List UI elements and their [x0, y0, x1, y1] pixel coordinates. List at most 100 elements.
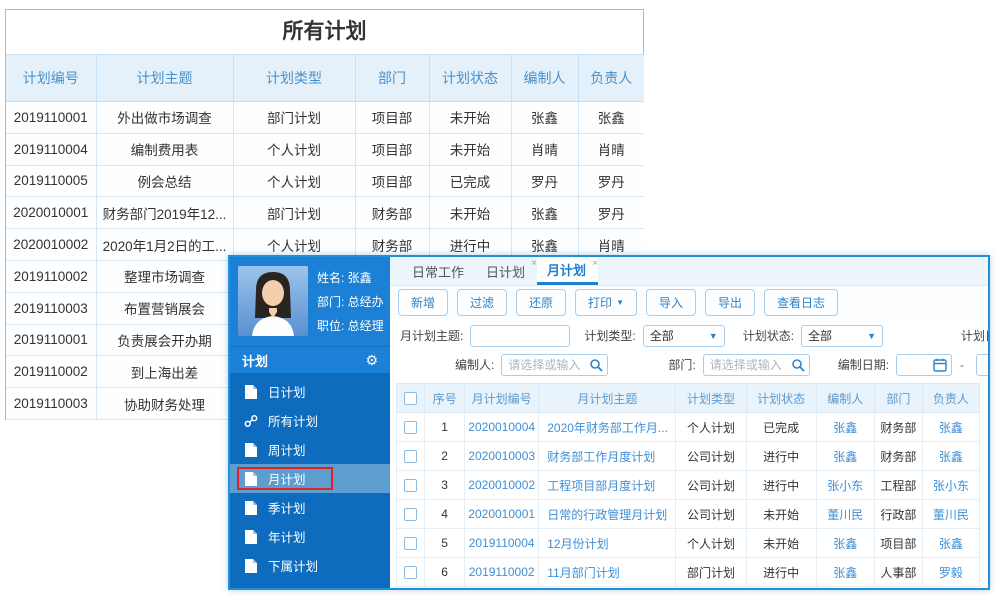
row-checkbox[interactable] [404, 508, 418, 522]
select-all-checkbox[interactable] [404, 392, 418, 406]
bg-cell-r3c6: 罗丹 [577, 196, 644, 230]
cell-owner[interactable]: 罗毅 [921, 557, 981, 587]
sidebar-item-年计划[interactable]: 年计划 [230, 522, 390, 551]
cell-plan-subject[interactable]: 财务部工作月度计划 [538, 441, 677, 471]
filter-label-department: 部门: [668, 358, 696, 372]
cell-plan-code[interactable]: 2019110004 [464, 528, 540, 558]
tab-label: 日计划 [486, 264, 526, 280]
cell-creator[interactable]: 张鑫 [815, 441, 875, 471]
cell-owner[interactable]: 张鑫 [921, 441, 981, 471]
cell-creator[interactable]: 张鑫 [815, 557, 875, 587]
filter-row-1: 月计划主题: 计划类型: 全部 ▼ 计划状态: 全部 ▼ 计划日期: [400, 321, 988, 350]
fg-col-header-5: 编制人 [815, 383, 875, 413]
cell-plan-subject[interactable]: 日常的行政管理月计划 [538, 499, 677, 529]
bg-cell-r4c0: 2020010002 [6, 228, 97, 261]
bg-cell-r2c3: 项目部 [354, 164, 430, 198]
sidebar: 姓名: 张鑫 部门: 总经办 职位: 总经理 计划 ⚙ 日计划 所有计划 周计划 月计… [230, 257, 390, 588]
toolbar-button-打印[interactable]: 打印 ▼ [575, 289, 637, 316]
search-icon[interactable] [791, 358, 805, 372]
filter-label-plan-type: 计划类型: [584, 329, 636, 343]
toolbar-button-还原[interactable]: 还原 [516, 289, 567, 316]
row-checkbox[interactable] [404, 479, 418, 493]
list-item: 3 2020010002 工程项目部月度计划 公司计划 进行中 张小东 工程部 张小东 [395, 470, 981, 500]
filter-input-field-monthly-plan-subject[interactable] [471, 325, 570, 346]
link-icon [244, 414, 258, 428]
filter-row-2: 编制人: 部门: 编制日期: - [400, 350, 988, 379]
toolbar-button-查看日志[interactable]: 查看日志 [764, 289, 839, 316]
calendar-icon[interactable] [933, 358, 947, 372]
tab-日计划[interactable]: 日计划 × [476, 257, 537, 285]
filter-input-field-create-date-end[interactable] [977, 354, 988, 375]
toolbar-button-label: 导入 [658, 296, 683, 310]
bg-cell-r1c1: 编制费用表 [95, 132, 234, 166]
tab-日常工作[interactable]: 日常工作 [402, 257, 476, 285]
cell-plan-subject[interactable]: 2020年财务部工作月... [538, 412, 677, 442]
filter-select-plan-status[interactable]: 全部 ▼ [801, 324, 884, 347]
bg-cell-r3c2: 部门计划 [232, 196, 356, 230]
sidebar-item-周计划[interactable]: 周计划 [230, 435, 390, 464]
user-profile: 姓名: 张鑫 部门: 总经办 职位: 总经理 [230, 257, 390, 346]
cell-plan-subject[interactable]: 11月部门计划 [538, 557, 677, 587]
cell-creator[interactable]: 董川民 [815, 499, 875, 529]
cell-plan-code[interactable]: 2020010001 [464, 499, 540, 529]
bg-cell-r0c0: 2019110001 [6, 101, 97, 134]
toolbar-button-label: 查看日志 [777, 296, 826, 310]
sidebar-item-月计划[interactable]: 月计划 [230, 464, 390, 493]
cell-owner[interactable]: 董川民 [921, 499, 981, 529]
bg-cell-r0c2: 部门计划 [232, 101, 356, 134]
row-checkbox[interactable] [404, 421, 418, 435]
cell-plan-subject[interactable]: 工程项目部月度计划 [538, 470, 677, 500]
sidebar-item-所有计划[interactable]: 所有计划 [230, 406, 390, 435]
fg-col-header-0: 序号 [424, 383, 466, 413]
cell-creator[interactable]: 张小东 [815, 470, 875, 500]
toolbar-button-导入[interactable]: 导入 [645, 289, 696, 316]
tab-月计划[interactable]: 月计划 × [537, 257, 599, 285]
sidebar-menu: 日计划 所有计划 周计划 月计划 季计划年计划下属计划 [230, 373, 390, 588]
cell-owner[interactable]: 张小东 [921, 470, 981, 500]
bg-cell-r2c5: 罗丹 [510, 164, 579, 198]
toolbar-button-新增[interactable]: 新增 [398, 289, 449, 316]
row-checkbox[interactable] [404, 566, 418, 580]
fg-col-header-4: 计划状态 [745, 383, 817, 413]
cell-department: 工程部 [873, 470, 923, 500]
search-icon[interactable] [589, 358, 603, 372]
sidebar-item-label: 年计划 [268, 531, 306, 545]
bg-cell-r1c4: 未开始 [428, 132, 512, 166]
row-checkbox-cell [395, 557, 426, 587]
page-title: 所有计划 [282, 20, 367, 43]
list-item: 2 2020010003 财务部工作月度计划 公司计划 进行中 张鑫 财务部 张鑫 [395, 441, 981, 471]
cell-plan-code[interactable]: 2020010003 [464, 441, 540, 471]
toolbar-button-导出[interactable]: 导出 [705, 289, 756, 316]
filter-select-plan-type[interactable]: 全部 ▼ [642, 324, 725, 347]
avatar [238, 266, 308, 336]
bg-cell-r0c1: 外出做市场调查 [95, 101, 234, 134]
row-checkbox-cell [395, 470, 426, 500]
row-checkbox[interactable] [404, 537, 418, 551]
gear-icon[interactable]: ⚙ [365, 352, 378, 369]
bg-cell-r5c0: 2019110002 [6, 259, 97, 293]
row-checkbox[interactable] [404, 450, 418, 464]
cell-plan-code[interactable]: 2020010004 [464, 412, 540, 442]
cell-plan-code[interactable]: 2019110002 [464, 557, 540, 587]
table-row: 2019110004 编制费用表 个人计划 项目部 未开始 肖晴 肖晴 [6, 132, 644, 166]
cell-creator[interactable]: 张鑫 [815, 412, 875, 442]
close-icon[interactable]: × [592, 258, 598, 269]
sidebar-item-季计划[interactable]: 季计划 [230, 493, 390, 522]
bg-cell-r8c0: 2019110002 [6, 355, 97, 389]
sidebar-item-日计划[interactable]: 日计划 [230, 377, 390, 406]
cell-plan-code[interactable]: 2020010002 [464, 470, 540, 500]
cell-plan-subject[interactable]: 12月份计划 [538, 528, 677, 558]
tab-label: 日常工作 [412, 264, 465, 280]
fg-col-header-7: 负责人 [921, 383, 981, 413]
filter-label-monthly-plan-subject: 月计划主题: [400, 329, 464, 343]
cell-owner[interactable]: 张鑫 [921, 528, 981, 558]
cell-creator[interactable]: 张鑫 [815, 528, 875, 558]
toolbar-button-过滤[interactable]: 过滤 [457, 289, 508, 316]
cell-owner[interactable]: 张鑫 [921, 412, 981, 442]
sidebar-item-下属计划[interactable]: 下属计划 [230, 551, 390, 580]
row-checkbox-cell [395, 499, 426, 529]
cell-plan-type: 个人计划 [675, 412, 747, 442]
select-value: 全部 [808, 329, 833, 343]
bg-cell-r0c6: 张鑫 [577, 101, 644, 134]
monthly-plan-table-wrap: 序号 月计划编号 月计划主题 计划类型 计划状态 编制人 部门 负责人 1 2020010004… [395, 383, 982, 587]
